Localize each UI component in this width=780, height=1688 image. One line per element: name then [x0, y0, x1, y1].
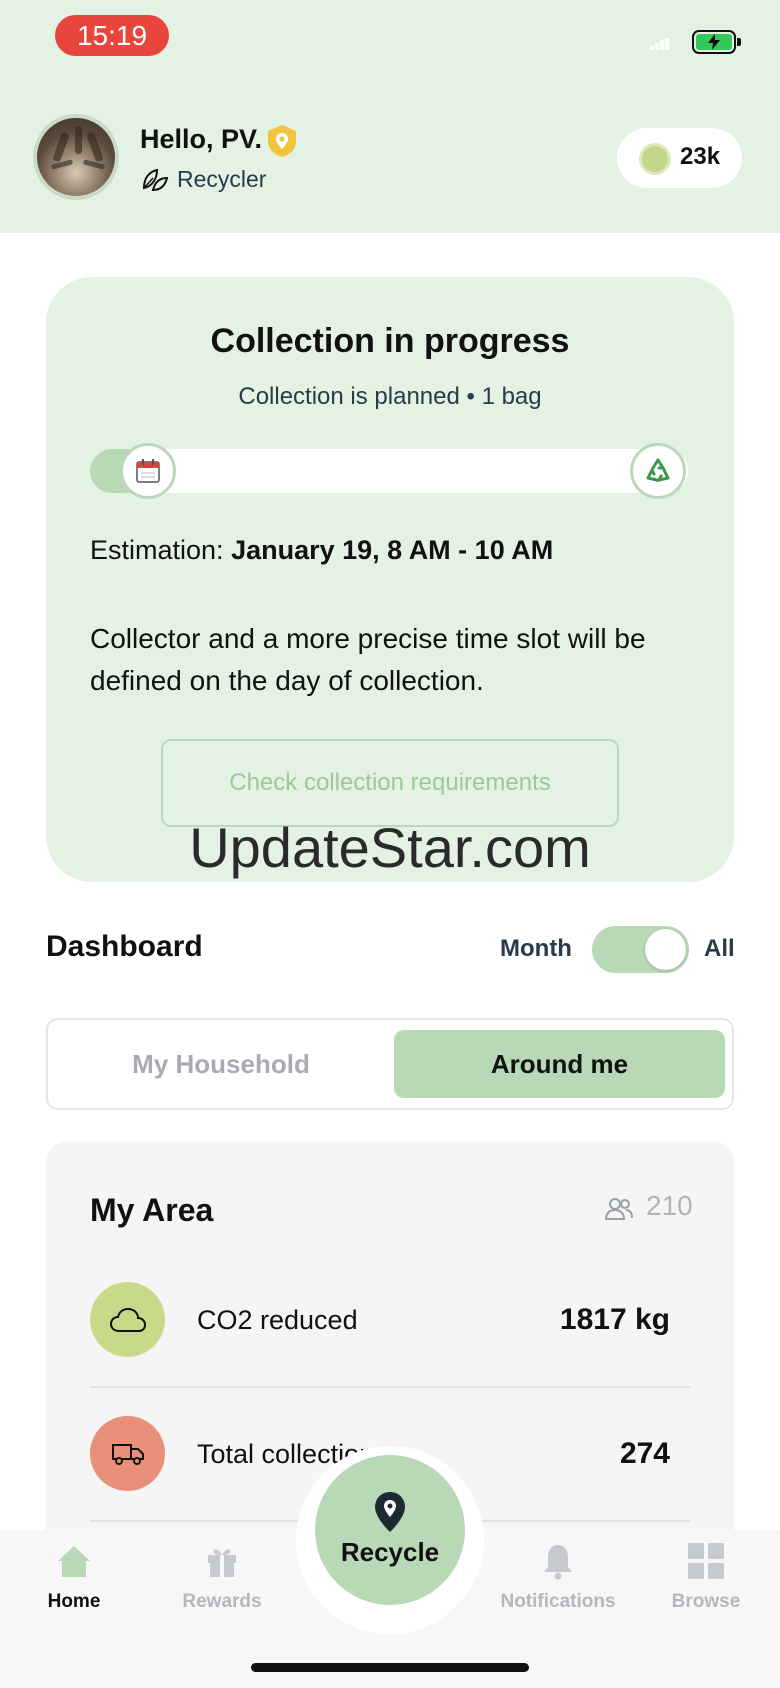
calendar-icon: [120, 443, 176, 499]
nav-label-notifications: Notifications: [500, 1591, 616, 1612]
points-value: 23k: [680, 143, 721, 170]
grid-icon: [688, 1543, 724, 1579]
bell-icon: [544, 1545, 572, 1580]
greeting: Hello, PV.: [140, 124, 263, 154]
toggle-label-all[interactable]: All: [704, 935, 735, 963]
truck-icon: [90, 1416, 165, 1491]
tab-around-me[interactable]: Around me: [394, 1030, 725, 1098]
collection-note: Collector and a more precise time slot w…: [90, 623, 646, 696]
people-count: 210: [646, 1190, 693, 1221]
location-pin-icon: [375, 1492, 405, 1532]
shield-badge-icon: [268, 125, 296, 157]
recycle-button-label[interactable]: Recycle: [315, 1537, 465, 1568]
estimation-value: January 19, 8 AM - 10 AM: [231, 535, 554, 565]
watermark: UpdateStar.com: [189, 816, 591, 879]
signal-icon: [650, 38, 670, 50]
toggle-label-month[interactable]: Month: [500, 935, 572, 963]
divider: [90, 1386, 690, 1388]
coin-icon: [639, 143, 671, 175]
estimation-label: Estimation:: [90, 535, 224, 565]
home-icon: [58, 1546, 90, 1577]
home-indicator: [251, 1663, 529, 1672]
stat-label-co2: CO2 reduced: [197, 1305, 358, 1335]
nav-label-rewards: Rewards: [182, 1591, 262, 1612]
dashboard-title: Dashboard: [46, 930, 203, 963]
status-time: 15:19: [55, 15, 169, 56]
collection-subtitle: Collection is planned • 1 bag: [238, 383, 542, 410]
progress-track: [90, 449, 688, 493]
points-badge[interactable]: 23k: [617, 128, 742, 188]
nav-rewards[interactable]: Rewards: [157, 1535, 287, 1615]
user-role: Recycler: [177, 166, 267, 192]
nav-label-browse: Browse: [671, 1591, 741, 1612]
stat-value-co2: 1817 kg: [559, 1303, 670, 1336]
period-toggle[interactable]: [592, 926, 689, 973]
nav-notifications[interactable]: Notifications: [493, 1535, 623, 1615]
battery-icon: [692, 30, 741, 54]
gift-icon: [208, 1549, 236, 1577]
collection-title: Collection in progress: [210, 322, 570, 360]
area-title: My Area: [90, 1192, 214, 1228]
cloud-icon: [90, 1282, 165, 1357]
nav-home[interactable]: Home: [9, 1535, 139, 1615]
people-icon: [604, 1198, 633, 1220]
nav-browse[interactable]: Browse: [641, 1535, 771, 1615]
estimation: Estimation: January 19, 8 AM - 10 AM: [90, 535, 553, 566]
recycle-icon: [630, 443, 686, 499]
nav-label-home: Home: [47, 1591, 101, 1612]
leaves-icon: [142, 168, 169, 192]
check-requirements-button[interactable]: Check collection requirements: [161, 739, 619, 827]
stat-value-collections: 274: [619, 1437, 670, 1470]
tab-my-household[interactable]: My Household: [56, 1030, 386, 1098]
avatar[interactable]: [33, 114, 119, 200]
